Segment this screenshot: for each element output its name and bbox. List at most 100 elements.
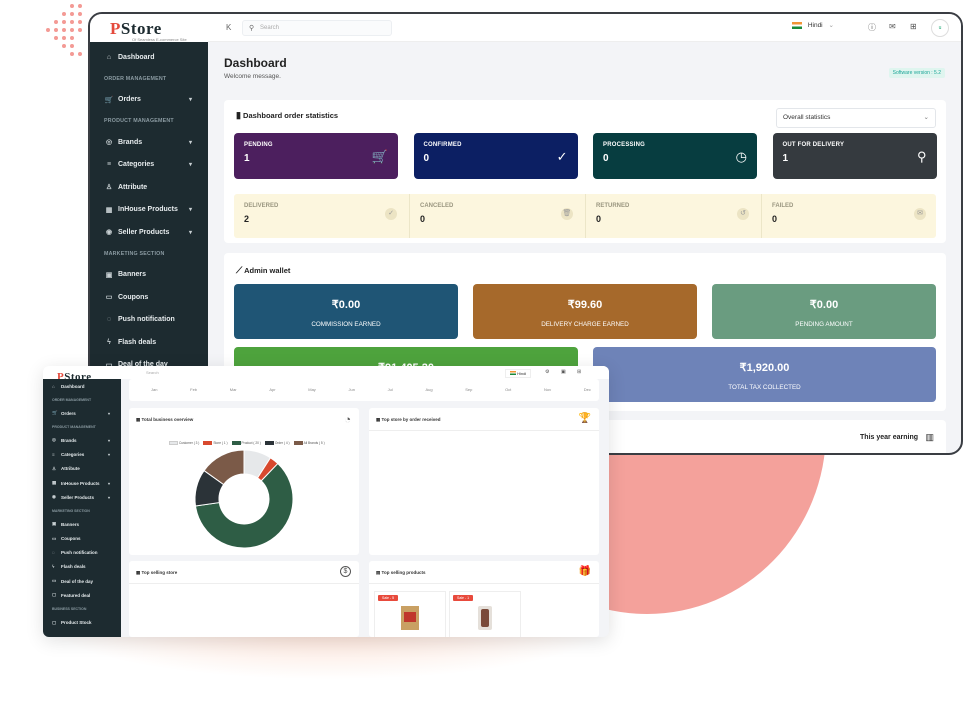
bike-icon: ⚲ xyxy=(916,149,927,164)
chart-icon: ▦ xyxy=(376,417,381,422)
mini-sidebar-item-push-notification[interactable]: ◌ Push notification xyxy=(43,546,121,560)
sidebar-item-label: Attribute xyxy=(118,183,148,191)
stat-card-processing[interactable]: PROCESSING 0 ◷ xyxy=(593,133,757,179)
mini-cart-icon[interactable]: ⊞ xyxy=(577,369,581,375)
sidebar-item-label: Orders xyxy=(61,410,76,416)
sidebar-section: ORDER MANAGEMENT xyxy=(104,75,167,82)
stat-card-confirmed[interactable]: CONFIRMED 0 ✓ xyxy=(413,133,578,179)
mini-sidebar-item-attribute[interactable]: ♙ Attribute xyxy=(43,462,121,476)
search-box[interactable]: ⚲ Search xyxy=(242,20,392,36)
home-icon: ⌂ xyxy=(52,383,55,389)
caret-down-icon: ▾ xyxy=(188,97,192,104)
mini-sidebar-item-orders[interactable]: 🛒 Orders ▾ xyxy=(43,406,121,420)
mini-search-input[interactable]: Search xyxy=(146,370,159,375)
month-tick-label: Mar xyxy=(229,387,237,392)
month-tick-label: Feb xyxy=(190,387,198,392)
mini-sidebar-item-seller-products[interactable]: ◉ Seller Products ▾ xyxy=(43,490,121,504)
filter-icon: ≡ xyxy=(52,452,55,458)
avatar[interactable]: u xyxy=(931,19,949,37)
month-tick-label: Jan xyxy=(151,387,158,392)
month-tick-label: Oct xyxy=(505,387,512,392)
trend-icon: ⟋ xyxy=(236,265,243,275)
sidebar-item-attribute[interactable]: ♙ Attribute xyxy=(90,176,208,199)
collapse-sidebar-icon[interactable]: K xyxy=(226,23,231,32)
sidebar-item-label: Push notification xyxy=(118,316,175,324)
cart-icon: 🛒 xyxy=(371,149,388,164)
mini-sidebar-section: ORDER MANAGEMENT xyxy=(52,397,92,402)
language-select[interactable]: Hindi ⌄ xyxy=(792,21,846,35)
sidebar-item-orders[interactable]: 🛒 Orders ▾ xyxy=(90,89,208,112)
caret-down-icon: ▾ xyxy=(188,229,192,236)
mini-app-logo[interactable]: PStore xyxy=(43,366,121,383)
sidebar-item-label: Attribute xyxy=(61,466,80,472)
tag-icon: ▤ xyxy=(376,570,381,575)
bell-icon: ◌ xyxy=(52,550,55,556)
top-bar: K ⚲ Search Hindi ⌄ ⓘ ✉ ⊞ u xyxy=(208,14,961,42)
mini-sidebar-item-dashboard[interactable]: ⌂ Dashboard xyxy=(43,379,121,393)
flash-icon: ϟ xyxy=(107,338,111,346)
sidebar-item-push-notification[interactable]: ◌ Push notification xyxy=(90,309,208,332)
sidebar-item-dashboard[interactable]: ⌂ Dashboard xyxy=(90,46,208,69)
stat-card-failed[interactable]: FAILED 0 ✉ xyxy=(762,194,938,238)
sale-badge: Sale - 1 xyxy=(453,595,474,601)
product-tile[interactable]: Sale - 1 xyxy=(449,591,521,637)
sidebar-section: MARKETING SECTION xyxy=(104,250,165,257)
wallet-card-commission-earned[interactable]: ₹0.00 COMMISSION EARNED xyxy=(234,284,458,339)
stat-card-out-for-delivery[interactable]: OUT FOR DELIVERY 1 ⚲ xyxy=(772,133,937,179)
stock-icon: ▢ xyxy=(52,619,57,625)
info-icon[interactable]: ⓘ xyxy=(868,22,876,33)
order-statistics-title: Dashboard order statistics xyxy=(243,111,339,120)
mini-sidebar-item-product-stock[interactable]: ▢ Product Stock xyxy=(43,615,121,629)
mini-language-select[interactable]: Hindi xyxy=(505,369,532,378)
wallet-card-delivery-charge-earned[interactable]: ₹99.60 DELIVERY CHARGE EARNED xyxy=(473,284,697,339)
search-input[interactable]: Search xyxy=(260,25,279,31)
statistics-filter-select[interactable]: Overall statistics ⌄ xyxy=(776,108,936,128)
wallet-card-pending-amount[interactable]: ₹0.00 PENDING AMOUNT xyxy=(712,284,936,339)
sidebar-item-label: Coupons xyxy=(118,293,149,301)
product-tile[interactable]: Sale - 5 xyxy=(374,591,446,637)
sidebar-item-label: Brands xyxy=(61,437,77,443)
mini-sidebar: ⌂ Dashboard ORDER MANAGEMENT 🛒 Orders ▾ PRODUC… xyxy=(43,379,121,637)
mini-sidebar-item-brands[interactable]: ◎ Brands ▾ xyxy=(43,433,121,447)
mini-info-icon[interactable]: ⚙ xyxy=(545,369,549,375)
stat-card-pending[interactable]: PENDING 1 🛒 xyxy=(234,133,398,179)
mini-mail-icon[interactable]: ▣ xyxy=(561,369,566,375)
mini-sidebar-item-categories[interactable]: ≡ Categories ▾ xyxy=(43,448,121,462)
wallet-amount: ₹1,920.00 xyxy=(739,362,790,374)
wallet-amount: ₹0.00 xyxy=(809,299,839,311)
mini-sidebar-item-coupons[interactable]: ▭ Coupons xyxy=(43,532,121,546)
monthly-axis-strip: Jan Feb Mar Apr May Jun Jul Aug Sep Oct Nov Dec xyxy=(129,379,599,401)
mini-sidebar-item-deal-of-the-day[interactable]: ▭ Deal of the day xyxy=(43,574,121,588)
cart-icon[interactable]: ⊞ xyxy=(910,22,917,31)
sidebar-item-banners[interactable]: ▣ Banners xyxy=(90,264,208,287)
mini-sidebar-item-inhouse-products[interactable]: ▦ InHouse Products ▾ xyxy=(43,476,121,490)
sidebar-item-categories[interactable]: ≡ Categories ▾ xyxy=(90,154,208,177)
mini-sidebar-item-banners[interactable]: ▣ Banners xyxy=(43,517,121,531)
sidebar-item-label: Categories xyxy=(61,452,85,458)
sidebar-item-flash-deals[interactable]: ϟ Flash deals xyxy=(90,331,208,354)
sidebar-item-coupons[interactable]: ▭ Coupons xyxy=(90,286,208,309)
stat-card-canceled[interactable]: CANCELED 0 🗑 xyxy=(410,194,586,238)
sidebar-item-brands[interactable]: ◎ Brands ▾ xyxy=(90,131,208,154)
trash-icon: 🗑 xyxy=(561,208,573,220)
mail-icon[interactable]: ✉ xyxy=(889,22,896,31)
apple-icon: ◎ xyxy=(52,437,56,443)
apple-icon: ◎ xyxy=(105,139,113,147)
month-tick-label: May xyxy=(308,387,316,392)
mini-sidebar-section: MARKETING SECTION xyxy=(52,508,90,513)
sidebar-item-label: Banners xyxy=(61,521,80,527)
stat-value: 0 xyxy=(423,153,430,164)
stat-card-delivered[interactable]: DELIVERED 2 ✓ xyxy=(234,194,410,238)
stat-card-returned[interactable]: RETURNED 0 ↺ xyxy=(586,194,762,238)
mini-sidebar-item-flash-deals[interactable]: ϟ Flash deals xyxy=(43,560,121,574)
sidebar-item-seller-products[interactable]: ◉ Seller Products ▾ xyxy=(90,221,208,244)
app-logo[interactable]: PStore Of Seamless E-commerce Site xyxy=(90,14,208,42)
month-tick-label: Jul xyxy=(387,387,393,392)
stat-value: 0 xyxy=(596,214,602,224)
sidebar-item-inhouse-products[interactable]: ▦ InHouse Products ▾ xyxy=(90,199,208,222)
cart-icon: 🛒 xyxy=(52,410,58,416)
mini-dashboard-window: PStore Search Hindi ⚙ ▣ ⊞ ⌂ Dashboard ORDE… xyxy=(43,366,609,637)
wallet-card-total-tax-collected[interactable]: ₹1,920.00 TOTAL TAX COLLECTED xyxy=(593,347,936,402)
stat-label: PROCESSING xyxy=(603,142,646,148)
mini-sidebar-item-featured-deal[interactable]: ▢ Featured deal xyxy=(43,588,121,602)
